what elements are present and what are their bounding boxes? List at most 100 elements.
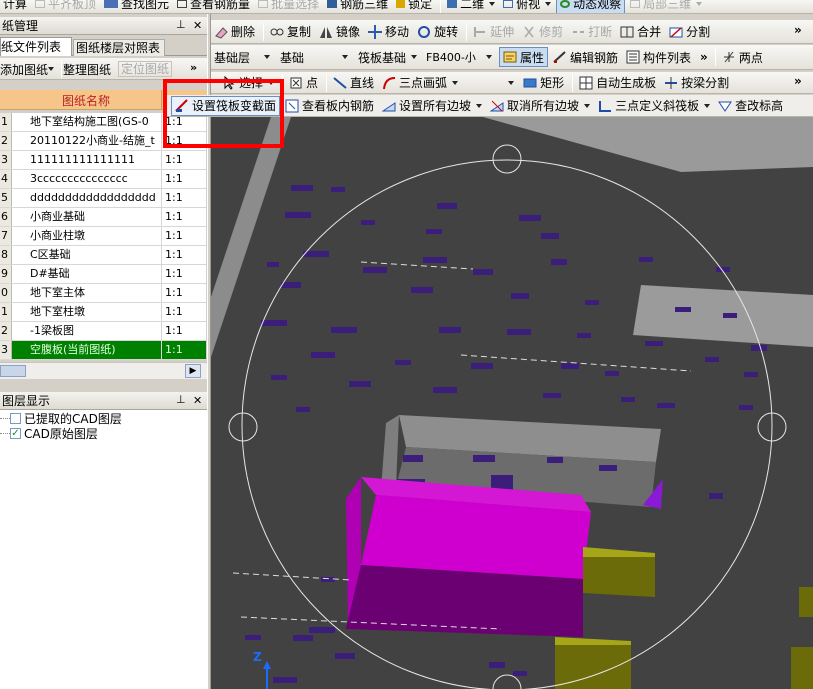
grey-slab xyxy=(483,117,813,172)
z-axis-label: Z xyxy=(253,650,262,664)
pin-icon[interactable]: ⊥ xyxy=(176,18,186,31)
table-row[interactable]: 8 C区基础 1:1 xyxy=(0,246,206,265)
table-row[interactable]: 4 3ccccccccccccccc 1:1 xyxy=(0,170,206,189)
pin-icon[interactable]: ⊥ xyxy=(176,393,186,406)
view-rebar-amount-button[interactable]: 查看钢筋量 xyxy=(174,0,253,13)
table-row[interactable]: 1 地下室柱墩 1:1 xyxy=(0,303,206,322)
delete-button[interactable]: 删除 xyxy=(211,22,258,42)
cancel-all-slopes-button[interactable]: 取消所有边坡 xyxy=(487,96,593,116)
merge-button[interactable]: 合并 xyxy=(617,22,664,42)
more-chevron-icon[interactable]: » xyxy=(700,50,708,64)
organize-drawing-button[interactable]: 整理图纸 xyxy=(63,61,111,78)
more-chevron-icon[interactable]: » xyxy=(190,61,197,74)
layer-item-extracted[interactable]: 已提取的CAD图层 xyxy=(0,411,122,426)
checkbox-icon[interactable] xyxy=(10,413,21,424)
view-2d-button[interactable]: 二维 xyxy=(444,0,498,13)
table-row-current[interactable]: 3 空腹板(当前图纸) 1:1 xyxy=(0,341,206,360)
arc-tool-button[interactable]: 三点画弧 xyxy=(379,73,461,93)
more-chevron-icon[interactable]: » xyxy=(794,23,802,37)
3d-viewport[interactable]: Z xyxy=(211,117,813,689)
tab-drawing-files[interactable]: 纸文件列表 xyxy=(0,37,72,56)
more-dropdown-icon[interactable] xyxy=(508,80,515,85)
split-button[interactable]: 分割 xyxy=(666,22,713,42)
line-icon xyxy=(333,76,347,90)
mirror-button[interactable]: 镜像 xyxy=(316,22,363,42)
split-by-beam-button[interactable]: 按梁分割 xyxy=(661,73,732,93)
lock-button[interactable]: 锁定 xyxy=(393,0,435,13)
component-list-button[interactable]: 构件列表 xyxy=(623,47,694,67)
two-points-button[interactable]: 两点 xyxy=(719,47,766,67)
break-button[interactable]: 打断 xyxy=(568,22,615,42)
table-row[interactable]: 6 小商业基础 1:1 xyxy=(0,208,206,227)
point-tool-button[interactable]: 点 xyxy=(286,73,321,93)
slope-icon xyxy=(381,99,396,113)
scroll-right-icon[interactable]: ▶ xyxy=(185,364,201,378)
grid-icon xyxy=(579,76,593,90)
add-drawing-button[interactable]: 添加图纸 xyxy=(0,61,48,78)
col-name-header: 图纸名称 xyxy=(62,94,111,108)
more-chevron-icon[interactable]: » xyxy=(794,74,802,88)
drawing-panel-title-text: 纸管理 xyxy=(2,19,39,33)
autogen-slab-button[interactable]: 自动生成板 xyxy=(576,73,659,93)
type-select[interactable]: 筏板基础 xyxy=(355,48,419,66)
grid-horizontal-scrollbar[interactable]: ▶ xyxy=(0,362,207,379)
table-row[interactable]: 9 D#基础 1:1 xyxy=(0,265,206,284)
merge-icon xyxy=(620,25,634,39)
category-select[interactable]: 基础 xyxy=(277,48,351,66)
tree-line-icon xyxy=(0,433,10,434)
move-button[interactable]: 移动 xyxy=(365,22,412,42)
three-point-slab-button[interactable]: 三点定义斜筏板 xyxy=(595,96,713,116)
rect-tool-button[interactable]: 矩形 xyxy=(520,73,567,93)
trim-button[interactable]: 修剪 xyxy=(519,22,566,42)
cancel-slope-icon xyxy=(489,99,504,113)
copy-button[interactable]: 复制 xyxy=(267,22,314,42)
check-elevation-button[interactable]: 查改标高 xyxy=(715,96,786,116)
add-drawing-dropdown[interactable] xyxy=(47,60,57,76)
drawing-tabs: 纸文件列表 图纸楼层对照表 xyxy=(0,36,207,56)
line-tool-button[interactable]: 直线 xyxy=(330,73,377,93)
find-element-button[interactable]: 查找图元 xyxy=(101,0,172,13)
orbit-button[interactable]: 动态观察 xyxy=(556,0,626,13)
edit-rebar-button[interactable]: 编辑钢筋 xyxy=(550,47,621,67)
batch-select-button[interactable]: 批量选择 xyxy=(255,0,322,13)
table-row[interactable]: 0 地下室主体 1:1 xyxy=(0,284,206,303)
drawing-panel-title: 纸管理 ⊥ ✕ xyxy=(0,17,207,35)
local-3d-button[interactable]: 局部三维 xyxy=(627,0,705,13)
extend-icon xyxy=(473,25,487,39)
point-icon xyxy=(289,76,303,90)
view-slab-rebar-button[interactable]: 查看板内钢筋 xyxy=(282,96,377,116)
extend-button[interactable]: 延伸 xyxy=(470,22,517,42)
drawing-action-bar: 添加图纸 整理图纸 定位图纸 » xyxy=(0,58,207,80)
calc-button[interactable]: 计算 xyxy=(0,0,30,13)
layer-select[interactable]: 基础层 xyxy=(211,48,273,66)
top-view-button[interactable]: 俯视 xyxy=(500,0,554,13)
list-icon xyxy=(626,50,640,64)
local-3d-icon xyxy=(630,0,641,8)
table-row[interactable]: 3 111111111111111 1:1 xyxy=(0,151,206,170)
tab-drawing-floors[interactable]: 图纸楼层对照表 xyxy=(73,39,165,56)
align-slab-top-button[interactable]: 平齐板顶 xyxy=(32,0,99,13)
scroll-thumb[interactable] xyxy=(0,365,26,377)
rotate-button[interactable]: 旋转 xyxy=(414,22,461,42)
panel-close-icon[interactable]: ✕ xyxy=(193,19,202,32)
tree-line-icon xyxy=(0,418,10,419)
table-row[interactable]: 5 dddddddddddddddddd 1:1 xyxy=(0,189,206,208)
eraser-icon xyxy=(214,25,228,39)
panel-close-icon[interactable]: ✕ xyxy=(193,394,202,407)
separator xyxy=(440,0,442,13)
rebar-3d-button[interactable]: 钢筋三维 xyxy=(324,0,391,13)
table-row[interactable]: 2 -1梁板图 1:1 xyxy=(0,322,206,341)
layer-item-cad-original[interactable]: ✓ CAD原始图层 xyxy=(0,426,98,441)
component-select[interactable]: FB400-小 xyxy=(423,48,495,66)
properties-button[interactable]: 属性 xyxy=(499,47,549,67)
copy-icon xyxy=(270,25,284,39)
split-by-beam-icon xyxy=(664,76,678,90)
lock-icon xyxy=(396,0,406,8)
break-icon xyxy=(571,25,585,39)
draw-toolbar: 选择 点 直线 三点画弧 矩形 自动生成板 按梁分割 » xyxy=(211,72,813,94)
set-all-slopes-button[interactable]: 设置所有边坡 xyxy=(379,96,485,116)
table-row[interactable]: 7 小商业柱墩 1:1 xyxy=(0,227,206,246)
checkbox-checked-icon[interactable]: ✓ xyxy=(10,428,21,439)
locate-drawing-button[interactable]: 定位图纸 xyxy=(118,61,173,77)
top-view-icon xyxy=(503,0,514,8)
